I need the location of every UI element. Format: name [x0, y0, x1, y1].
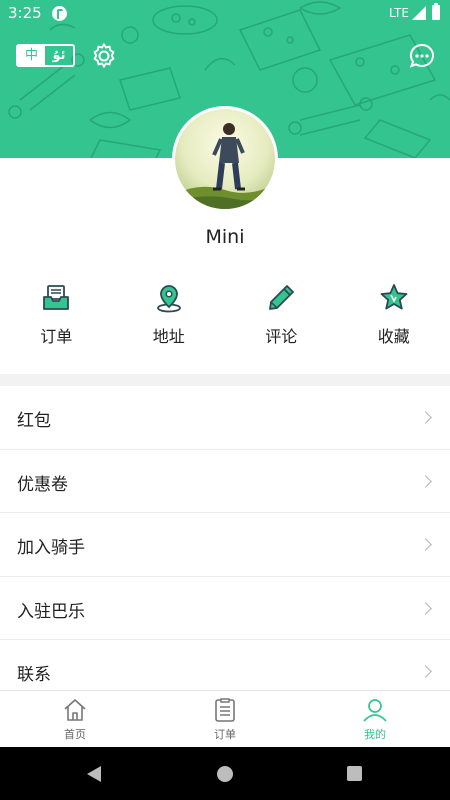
tab-profile[interactable]: 我的 [300, 691, 450, 747]
menu-item-red-envelope[interactable]: 红包 [0, 386, 450, 450]
section-divider [0, 374, 450, 386]
chevron-right-icon [419, 601, 432, 615]
menu-item-label: 优惠卷 [17, 474, 68, 495]
menu-item-label: 红包 [17, 411, 51, 431]
notification-app-icon [52, 6, 67, 21]
username: Mini [205, 226, 245, 248]
menu-item-label: 入驻巴乐 [17, 601, 85, 622]
quick-actions: 订单 地址 评论 收藏 [0, 280, 450, 350]
system-nav-bar [0, 747, 450, 800]
quick-action-label: 地址 [152, 327, 185, 346]
status-time: 3:25 [8, 4, 42, 22]
home-icon [64, 699, 86, 721]
quick-action-label: 评论 [265, 327, 298, 346]
chevron-right-icon [419, 665, 432, 678]
gear-icon [93, 42, 115, 69]
settings-button[interactable] [90, 42, 118, 70]
pencil-icon [269, 285, 295, 310]
chevron-right-icon [419, 538, 432, 551]
menu-item-join-rider[interactable]: 加入骑手 [0, 513, 450, 577]
avatar[interactable] [172, 106, 278, 212]
quick-action-label: 收藏 [377, 327, 410, 346]
lang-chinese[interactable]: 中 [18, 46, 45, 65]
clipboard-icon [215, 698, 235, 722]
lang-uyghur[interactable]: ئۇ [45, 46, 73, 65]
status-bar: 3:25 LTE [0, 0, 450, 28]
chevron-right-icon [419, 474, 432, 488]
menu-item-label: 加入骑手 [17, 538, 85, 558]
tab-label: 我的 [364, 728, 386, 741]
bottom-tab-bar: 首页 订单 我的 [0, 690, 450, 747]
network-type: LTE [389, 6, 409, 20]
quick-action-reviews[interactable]: 评论 [225, 280, 338, 350]
tab-home[interactable]: 首页 [0, 691, 150, 747]
quick-action-address[interactable]: 地址 [113, 280, 226, 350]
signal-icon [412, 6, 426, 20]
star-icon [380, 284, 408, 310]
location-pin-icon [156, 285, 181, 313]
language-toggle[interactable]: 中 ئۇ [16, 44, 75, 67]
order-tray-icon [43, 285, 70, 310]
avatar-photo [175, 109, 275, 209]
user-icon [363, 699, 387, 722]
menu-item-label: 联系 [17, 665, 51, 685]
battery-icon [432, 3, 440, 20]
quick-action-label: 订单 [40, 327, 73, 346]
tab-label: 首页 [64, 728, 86, 741]
menu-item-coupons[interactable]: 优惠卷 [0, 450, 450, 513]
tab-orders[interactable]: 订单 [150, 691, 300, 747]
quick-action-favorites[interactable]: 收藏 [338, 280, 450, 350]
tab-label: 订单 [214, 728, 236, 741]
message-button[interactable] [408, 42, 436, 70]
back-icon[interactable] [87, 766, 101, 782]
quick-action-orders[interactable]: 订单 [0, 280, 113, 350]
chat-bubble-icon [409, 43, 434, 68]
menu-list: 红包 优惠卷 加入骑手 入驻巴乐 联系 [0, 386, 450, 704]
chevron-right-icon [419, 411, 432, 424]
recent-apps-icon[interactable] [347, 766, 362, 781]
menu-item-merchant-join[interactable]: 入驻巴乐 [0, 577, 450, 640]
home-circle-icon[interactable] [217, 766, 233, 782]
